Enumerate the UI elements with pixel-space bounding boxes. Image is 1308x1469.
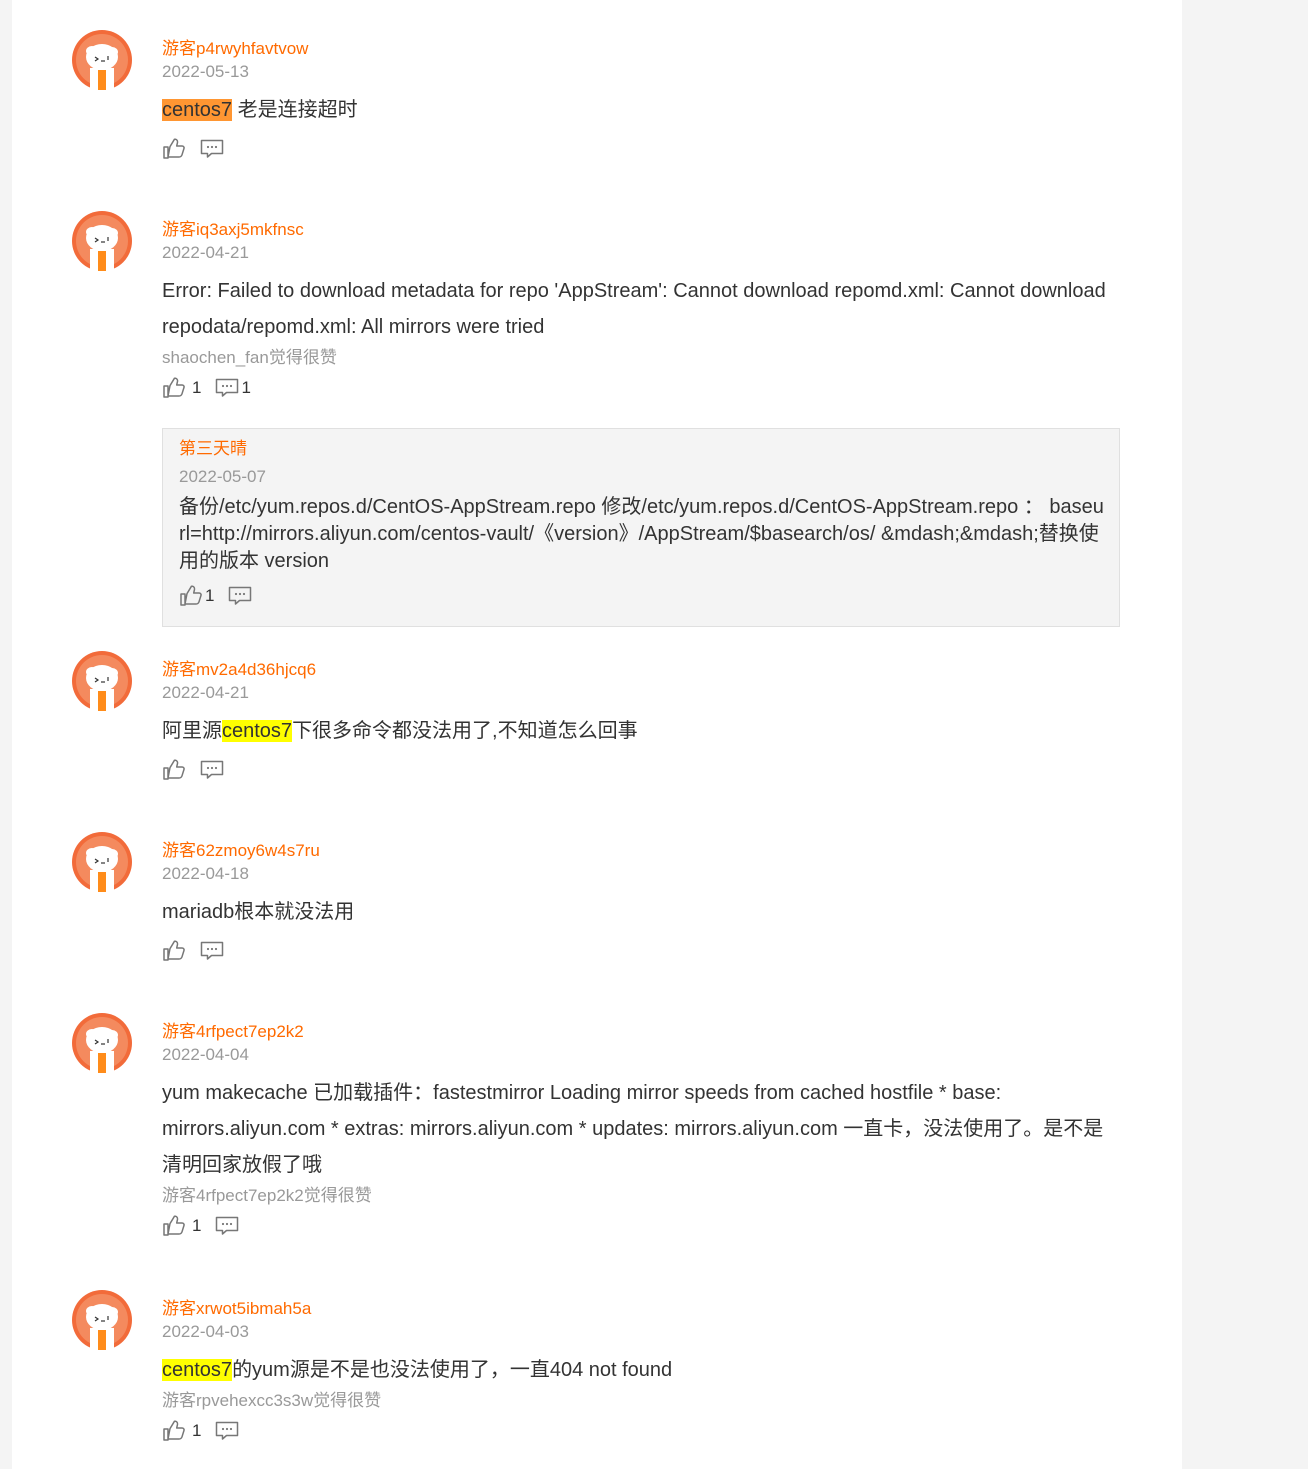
thumbs-up-icon: [162, 1215, 186, 1237]
comment-icon: [215, 378, 239, 398]
mascot-avatar-icon: [72, 832, 132, 892]
avatar[interactable]: [72, 832, 132, 892]
comment-date: 2022-04-21: [162, 683, 249, 702]
reply-button[interactable]: [228, 586, 252, 606]
keyword-highlight: centos7: [222, 720, 293, 742]
comment-actions: [162, 936, 1122, 966]
comment-actions: 1: [162, 1416, 1122, 1446]
like-button[interactable]: 1: [162, 377, 201, 399]
mascot-avatar-icon: [72, 1013, 132, 1073]
comment-actions: [162, 134, 1122, 164]
like-button[interactable]: 1: [179, 585, 214, 607]
comment-text: Error: Failed to download metadata for r…: [162, 280, 1106, 338]
mascot-avatar-icon: [72, 1290, 132, 1350]
reply-button[interactable]: 1: [215, 378, 251, 398]
comment-date: 2022-04-03: [162, 1322, 249, 1341]
reply-button[interactable]: [215, 1216, 239, 1236]
comment-username[interactable]: 游客xrwot5ibmah5a: [162, 1298, 1122, 1320]
comment-username[interactable]: 游客mv2a4d36hjcq6: [162, 659, 1122, 681]
comment-icon: [228, 586, 252, 606]
reply-button[interactable]: [200, 139, 224, 159]
comment-actions: 1: [162, 1211, 1122, 1241]
avatar[interactable]: [72, 651, 132, 711]
comment-date: 2022-05-13: [162, 62, 249, 81]
like-count: 1: [192, 378, 202, 397]
reply-button[interactable]: [200, 941, 224, 961]
comment-actions: [162, 755, 1122, 785]
like-button[interactable]: 1: [162, 1215, 201, 1237]
comment-icon: [200, 760, 224, 780]
reply-button[interactable]: [215, 1421, 239, 1441]
comment-text-rest: 下很多命令都没法用了,不知道怎么回事: [292, 720, 638, 742]
thumbs-up-icon: [162, 759, 186, 781]
comment-username[interactable]: 游客iq3axj5mkfnsc: [162, 219, 1122, 241]
comment-text: yum makecache 已加载插件：fastestmirror Loadin…: [162, 1082, 1104, 1176]
thumbs-up-icon: [162, 377, 186, 399]
avatar[interactable]: [72, 1013, 132, 1073]
reply-date: 2022-05-07: [179, 467, 266, 486]
keyword-highlight: centos7: [162, 1359, 233, 1381]
reply-text: 备份/etc/yum.repos.d/CentOS-AppStream.repo…: [179, 496, 1104, 572]
liked-by-text: shaochen_fan觉得很赞: [162, 348, 337, 367]
comment-date: 2022-04-04: [162, 1045, 249, 1064]
comment-username[interactable]: 游客4rfpect7ep2k2: [162, 1021, 1122, 1043]
comment-text: centos7的yum源是不是也没法使用了，一直404 not found: [162, 1352, 1122, 1388]
like-count: 1: [205, 586, 215, 605]
comment-text-pre: 阿里源: [162, 720, 222, 742]
avatar[interactable]: [72, 1290, 132, 1350]
comment-username[interactable]: 游客62zmoy6w4s7ru: [162, 840, 1122, 862]
reply-count: 1: [241, 378, 251, 397]
like-button[interactable]: [162, 940, 186, 962]
reply-actions: 1: [179, 581, 1107, 611]
mascot-avatar-icon: [72, 651, 132, 711]
mascot-avatar-icon: [72, 30, 132, 90]
avatar[interactable]: [72, 30, 132, 90]
comment-icon: [215, 1421, 239, 1441]
comment-icon: [215, 1216, 239, 1236]
reply-username[interactable]: 第三天晴: [179, 437, 1107, 461]
comment-text-rest: 的yum源是不是也没法使用了，一直404 not found: [232, 1359, 673, 1381]
comment-date: 2022-04-18: [162, 864, 249, 883]
liked-by-text: 游客4rfpect7ep2k2觉得很赞: [162, 1186, 372, 1205]
avatar[interactable]: [72, 211, 132, 271]
comment-date: 2022-04-21: [162, 243, 249, 262]
like-button[interactable]: [162, 138, 186, 160]
comment-text-rest: 老是连接超时: [232, 99, 358, 121]
like-count: 1: [192, 1421, 202, 1440]
comments-panel: 游客p4rwyhfavtvow 2022-05-13 centos7 老是连接超…: [12, 0, 1182, 1469]
thumbs-up-icon: [162, 940, 186, 962]
thumbs-up-icon: [179, 585, 203, 607]
comment-username[interactable]: 游客p4rwyhfavtvow: [162, 38, 1122, 60]
comment-actions: 1 1: [162, 373, 1122, 403]
mascot-avatar-icon: [72, 211, 132, 271]
comment-text: centos7 老是连接超时: [162, 92, 1122, 128]
comment-text: 阿里源centos7下很多命令都没法用了,不知道怎么回事: [162, 713, 1122, 749]
liked-by-text: 游客rpvehexcc3s3w觉得很赞: [162, 1391, 382, 1410]
like-button[interactable]: 1: [162, 1420, 201, 1442]
comment-icon: [200, 139, 224, 159]
keyword-highlight: centos7: [162, 99, 233, 121]
reply-button[interactable]: [200, 760, 224, 780]
comment-text: mariadb根本就没法用: [162, 901, 355, 923]
like-count: 1: [192, 1216, 202, 1235]
reply-box: 第三天晴 2022-05-07 备份/etc/yum.repos.d/CentO…: [162, 428, 1120, 627]
like-button[interactable]: [162, 759, 186, 781]
thumbs-up-icon: [162, 1420, 186, 1442]
comment-icon: [200, 941, 224, 961]
thumbs-up-icon: [162, 138, 186, 160]
